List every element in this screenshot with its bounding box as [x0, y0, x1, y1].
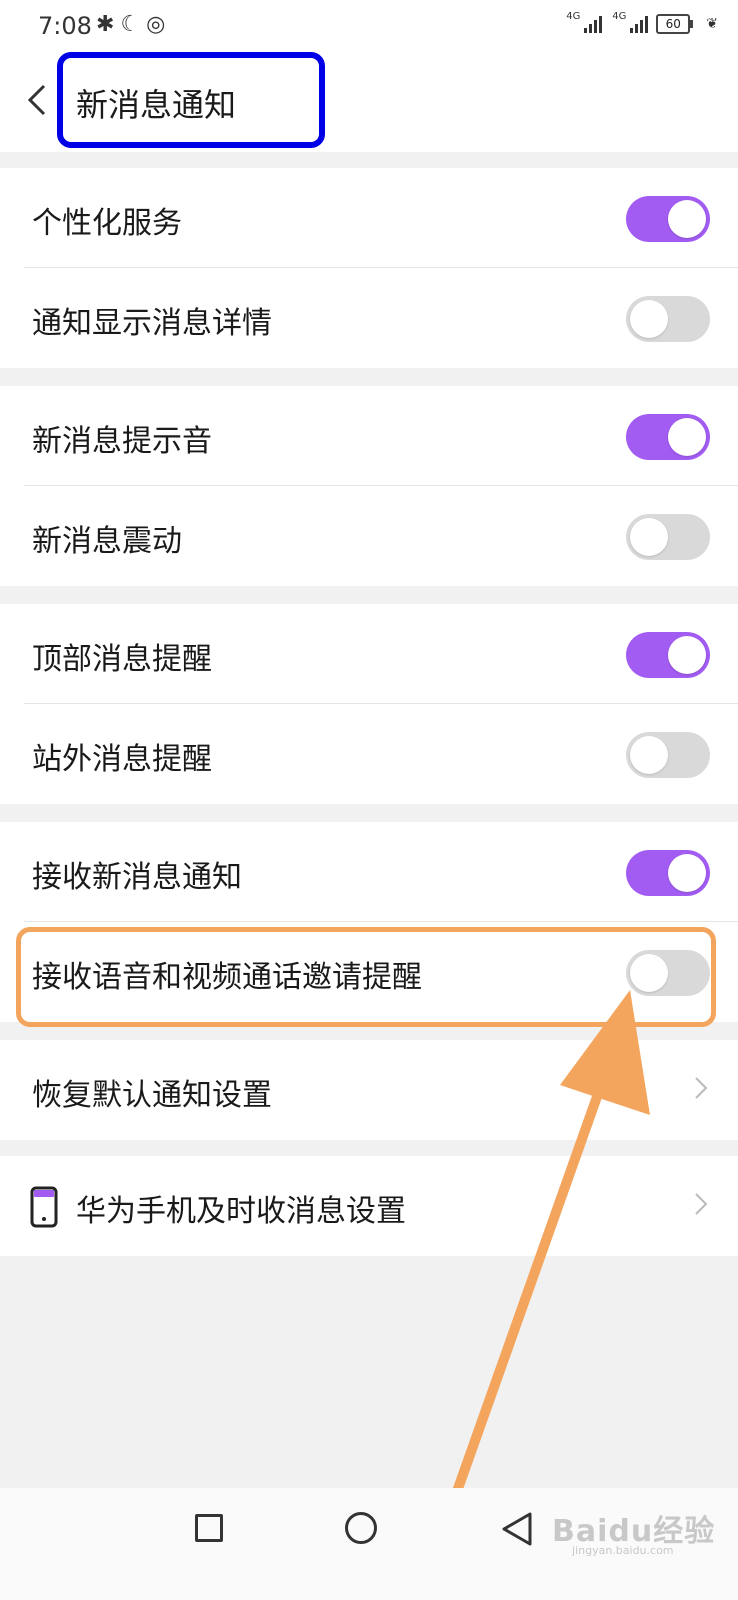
- page-title: 新消息通知: [76, 86, 237, 124]
- status-time: 7:08: [38, 12, 92, 40]
- restore-defaults-label: 恢复默认通知设置: [32, 1078, 272, 1113]
- setting-row-message-sound[interactable]: 新消息提示音: [0, 386, 738, 486]
- phone-icon: [30, 1186, 58, 1228]
- settings-group-2: 新消息提示音 新消息震动: [0, 386, 738, 586]
- signal-type-label: 4G: [566, 11, 581, 22]
- setting-label: 站外消息提醒: [32, 742, 212, 777]
- back-arrow-icon[interactable]: [24, 82, 52, 118]
- battery-icon: 60: [656, 14, 694, 34]
- signal-strength-icon: 4G: [566, 11, 603, 33]
- settings-group-1: 个性化服务 通知显示消息详情: [0, 168, 738, 368]
- setting-row-offsite-alert[interactable]: 站外消息提醒: [0, 704, 738, 804]
- setting-row-receive-notifications[interactable]: 接收新消息通知: [0, 822, 738, 922]
- bluetooth-icon: ✱: [96, 12, 115, 37]
- system-nav-bar: Baidu经验 jingyan.baidu.com: [0, 1488, 738, 1600]
- message-sound-toggle[interactable]: [626, 414, 710, 460]
- back-triangle-icon[interactable]: [500, 1510, 534, 1548]
- setting-row-notification-details[interactable]: 通知显示消息详情: [0, 268, 738, 368]
- setting-label: 个性化服务: [32, 206, 182, 241]
- chevron-right-icon: [695, 1077, 708, 1099]
- recent-apps-button[interactable]: [195, 1514, 223, 1542]
- message-vibrate-toggle[interactable]: [626, 514, 710, 560]
- setting-label: 新消息提示音: [32, 424, 212, 459]
- setting-label: 新消息震动: [32, 524, 182, 559]
- setting-row-personalized-service[interactable]: 个性化服务: [0, 168, 738, 268]
- hotspot-icon: ◎: [146, 12, 166, 37]
- offsite-alert-toggle[interactable]: [626, 732, 710, 778]
- signal-type-label: 4G: [612, 11, 627, 22]
- top-alert-toggle[interactable]: [626, 632, 710, 678]
- huawei-settings-label: 华为手机及时收消息设置: [76, 1194, 406, 1229]
- status-bar: 7:08 ✱ ☾ ◎ 4G 4G 60 ❦: [0, 0, 738, 52]
- app-header: 新消息通知: [0, 52, 738, 152]
- setting-label: 通知显示消息详情: [32, 306, 272, 341]
- settings-group-3: 顶部消息提醒 站外消息提醒: [0, 604, 738, 804]
- pointer-arrow-annotation: [433, 990, 650, 1550]
- setting-label: 顶部消息提醒: [32, 642, 212, 677]
- signal-strength-icon: 4G: [612, 11, 649, 33]
- notification-details-toggle[interactable]: [626, 296, 710, 342]
- home-button[interactable]: [345, 1512, 377, 1544]
- setting-label: 接收新消息通知: [32, 860, 242, 895]
- watermark-url: jingyan.baidu.com: [572, 1544, 674, 1557]
- chevron-right-icon: [695, 1193, 708, 1215]
- do-not-disturb-moon-icon: ☾: [120, 12, 141, 37]
- receive-notifications-toggle[interactable]: [626, 850, 710, 896]
- personalized-service-toggle[interactable]: [626, 196, 710, 242]
- leaf-icon: ❦: [706, 16, 718, 32]
- setting-row-message-vibrate[interactable]: 新消息震动: [0, 486, 738, 586]
- setting-row-top-alert[interactable]: 顶部消息提醒: [0, 604, 738, 704]
